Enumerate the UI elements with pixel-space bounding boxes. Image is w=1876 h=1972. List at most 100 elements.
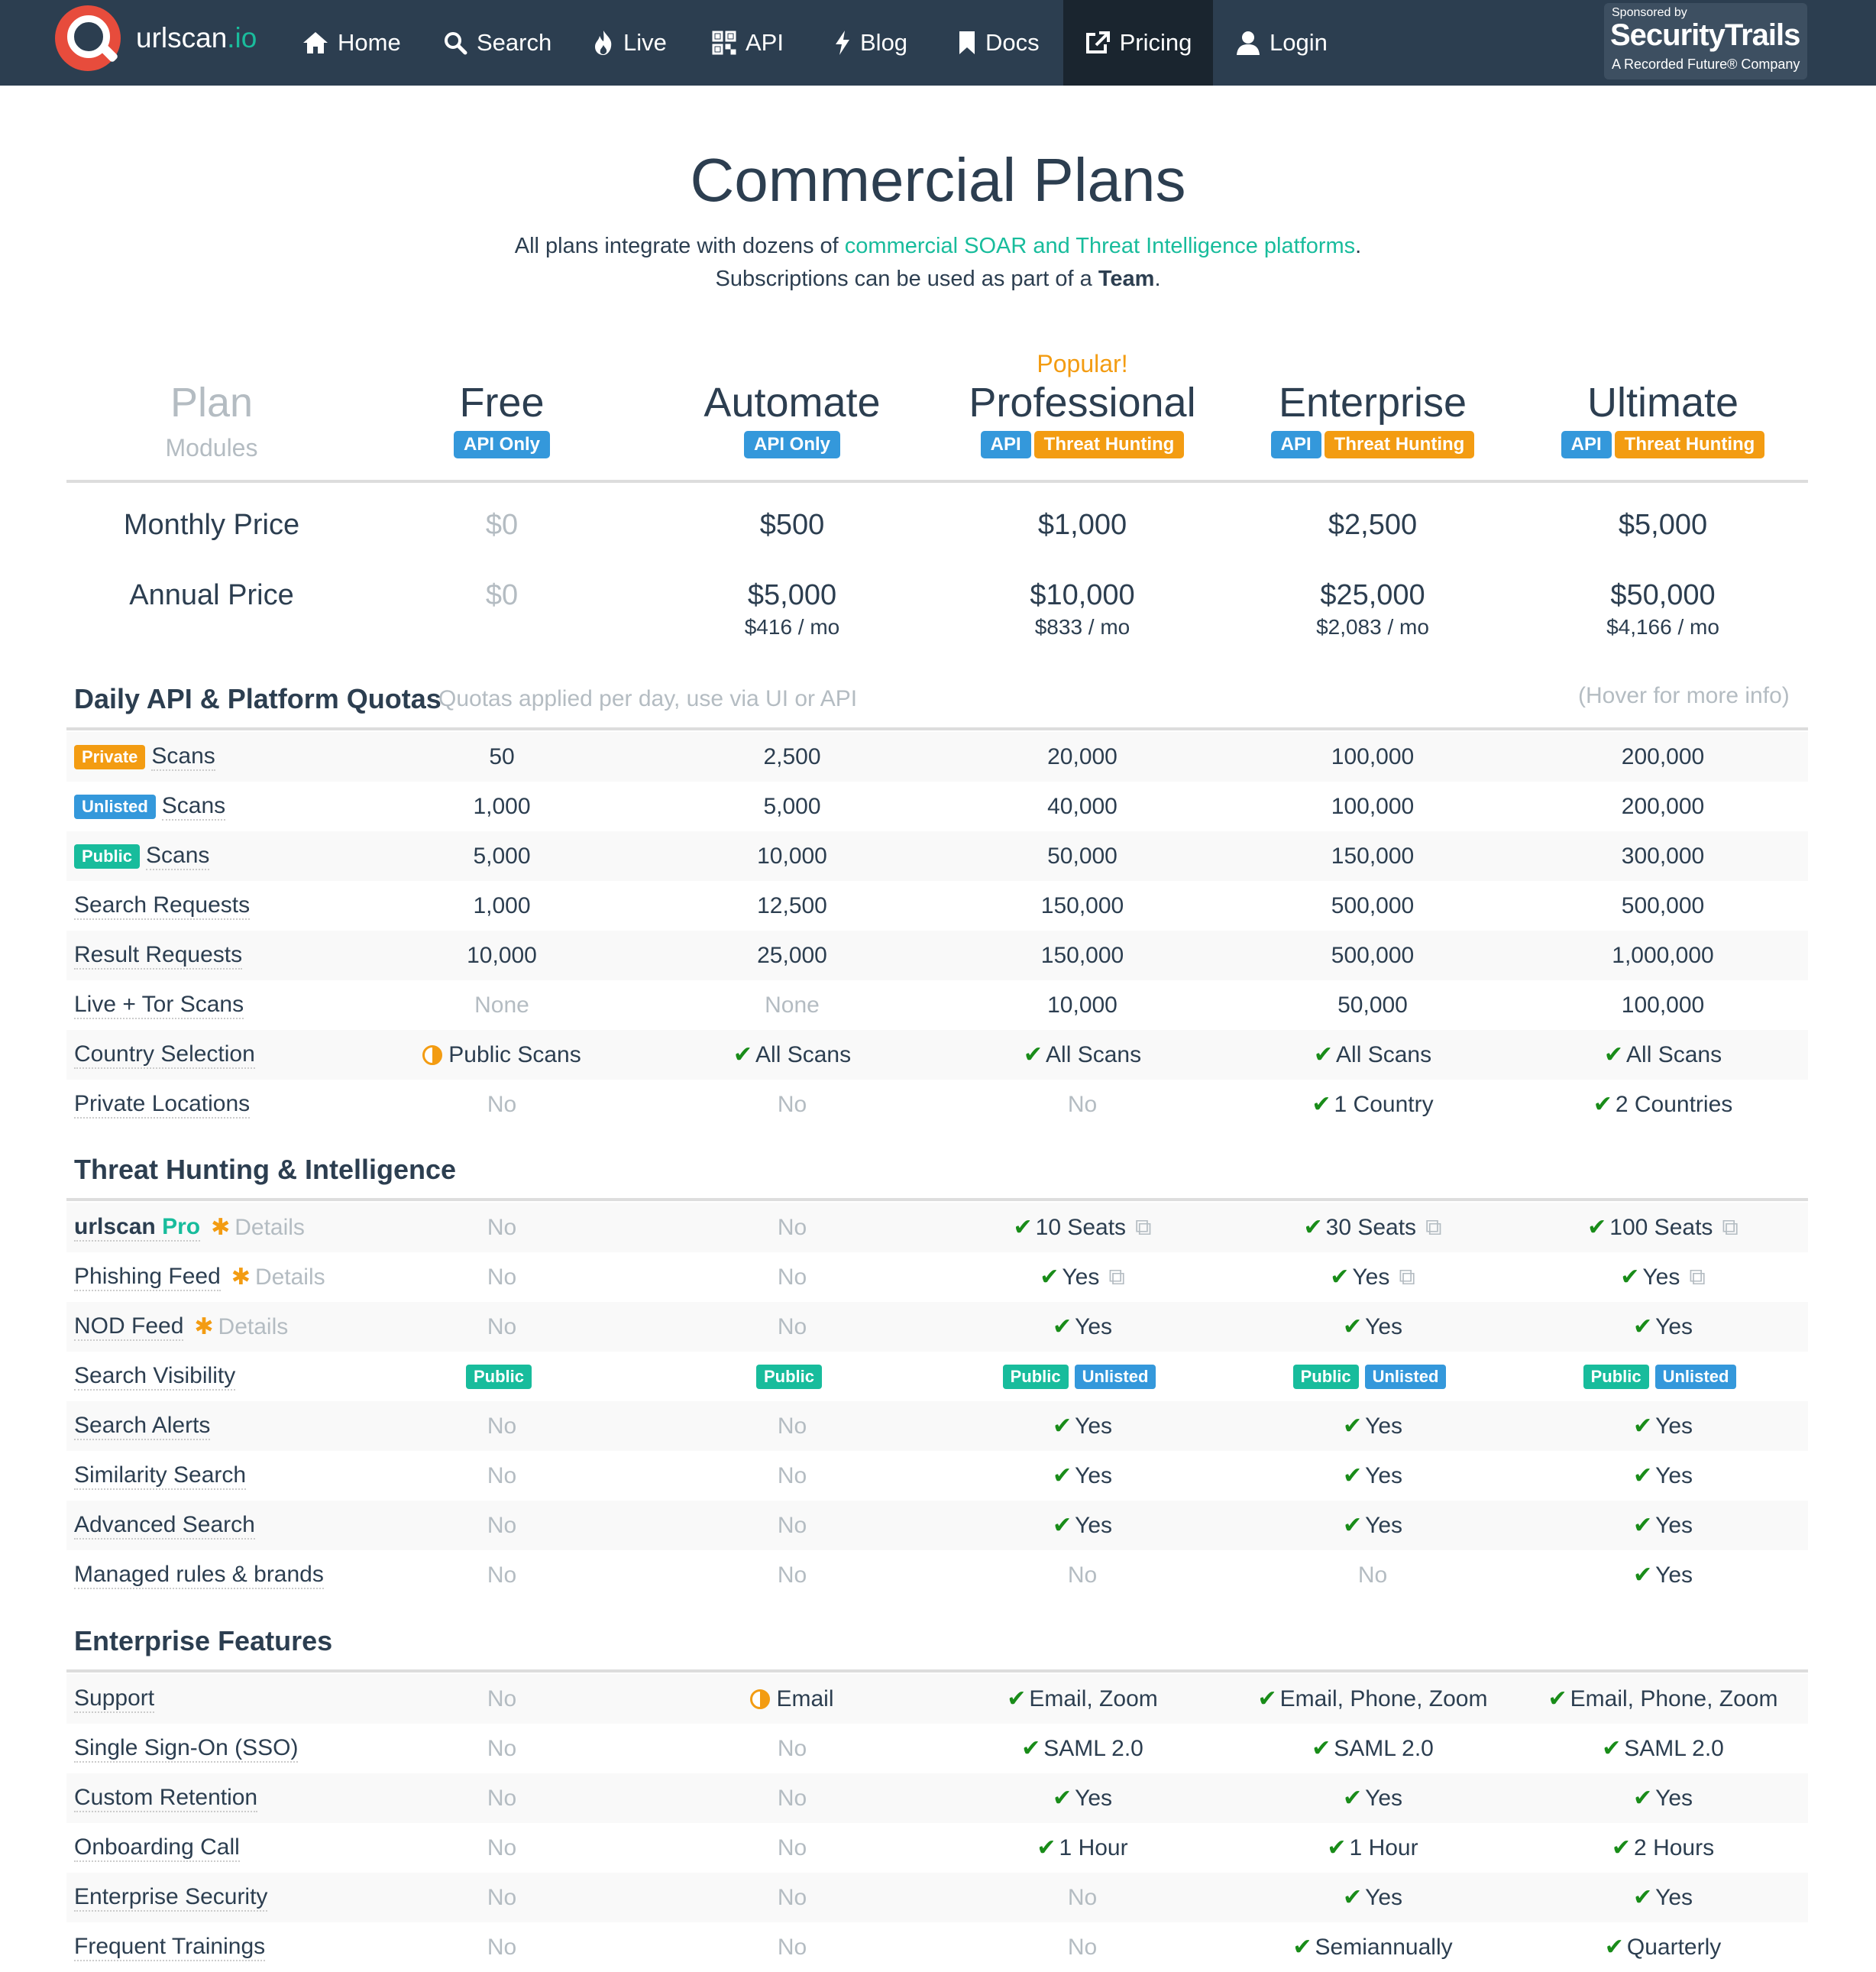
price-value: $0 bbox=[485, 579, 519, 611]
row-label-text: Search Visibility bbox=[74, 1363, 236, 1391]
nav-live[interactable]: Live bbox=[593, 0, 667, 86]
check-icon: ✔ bbox=[1342, 1413, 1363, 1439]
nav-pricing[interactable]: Pricing bbox=[1063, 0, 1213, 86]
value-cell: 500,000 bbox=[1331, 942, 1415, 968]
nav-login[interactable]: Login bbox=[1236, 0, 1328, 86]
row-label-text: Enterprise Security bbox=[74, 1884, 268, 1912]
value-text: Email, Phone, Zoom bbox=[1279, 1685, 1488, 1711]
table-row: Custom Retention No No ✔ Yes ✔ Yes ✔ Yes bbox=[66, 1773, 1808, 1823]
value-cell: 12,500 bbox=[757, 892, 827, 918]
value-cell: 150,000 bbox=[1040, 942, 1124, 968]
integrations-link[interactable]: commercial SOAR and Threat Intelligence … bbox=[845, 234, 1355, 258]
check-icon: ✔ bbox=[1632, 1562, 1653, 1588]
module-badge: API Only bbox=[453, 431, 551, 458]
row-label[interactable]: Single Sign-On (SSO) bbox=[74, 1724, 299, 1773]
details-link[interactable]: Details bbox=[255, 1264, 325, 1290]
public-badge: Public bbox=[755, 1364, 822, 1389]
price-row-label: Monthly Price bbox=[123, 509, 300, 541]
row-label-text: NOD Feed bbox=[74, 1313, 184, 1341]
check-icon: ✔ bbox=[1052, 1413, 1072, 1439]
value-cell: ✔ Yes bbox=[1227, 1302, 1518, 1352]
row-label-text: Advanced Search bbox=[74, 1512, 255, 1540]
price-cell: $0 bbox=[357, 509, 647, 542]
table-row: Similarity Search No No ✔ Yes ✔ Yes ✔ Yes bbox=[66, 1451, 1808, 1501]
nav-search-label: Search bbox=[477, 29, 552, 56]
nav-home[interactable]: Home bbox=[302, 0, 401, 86]
nav-api-label: API bbox=[746, 29, 784, 56]
row-label[interactable]: Private Scans bbox=[74, 732, 215, 782]
check-icon: ✔ bbox=[1604, 1935, 1624, 1960]
row-label-text: Similarity Search bbox=[74, 1462, 247, 1490]
plan-badges: API Only bbox=[647, 431, 937, 458]
table-row: Onboarding Call No No ✔ 1 Hour ✔ 1 Hour ✔ 2 Hour… bbox=[66, 1823, 1808, 1873]
row-label[interactable]: Frequent Trainings bbox=[74, 1922, 266, 1972]
value-cell: ✔ 1 Country bbox=[1227, 1080, 1518, 1129]
row-label[interactable]: Result Requests bbox=[74, 931, 243, 980]
nav-docs[interactable]: Docs bbox=[958, 0, 1040, 86]
logo[interactable]: urlscan.io bbox=[55, 5, 257, 71]
check-icon: ✔ bbox=[1632, 1463, 1653, 1488]
row-label[interactable]: Search Requests bbox=[74, 881, 251, 931]
value-text: 1 Hour bbox=[1059, 1834, 1128, 1860]
value-cell: ✔ Yes ⧉ bbox=[1227, 1252, 1518, 1302]
subtitle-line-1: All plans integrate with dozens of comme… bbox=[514, 234, 1362, 258]
external-link-icon[interactable]: ⧉ bbox=[1425, 1215, 1441, 1241]
row-label[interactable]: Managed rules & brands bbox=[74, 1550, 324, 1600]
plan-badges: API Threat Hunting bbox=[1518, 431, 1808, 458]
bolt-icon bbox=[834, 30, 851, 56]
row-label[interactable]: Similarity Search bbox=[74, 1451, 247, 1501]
external-link-icon[interactable]: ⧉ bbox=[1108, 1264, 1124, 1290]
row-label[interactable]: urlscan Pro ✱ Details bbox=[74, 1203, 305, 1252]
row-label[interactable]: Phishing Feed ✱ Details bbox=[74, 1252, 325, 1302]
value-cell: 1,000 bbox=[473, 793, 531, 819]
table-row: NOD Feed ✱ Details No No ✔ Yes ✔ Yes ✔ Yes bbox=[66, 1302, 1808, 1352]
details-link[interactable]: Details bbox=[218, 1314, 289, 1340]
unlisted-badge: Unlisted bbox=[1074, 1364, 1156, 1389]
value-cell: ✔ Yes bbox=[1518, 1773, 1808, 1823]
nav-api[interactable]: API bbox=[712, 0, 784, 86]
row-label[interactable]: Unlisted Scans bbox=[74, 782, 226, 831]
external-link-icon[interactable]: ⧉ bbox=[1399, 1264, 1415, 1290]
row-label[interactable]: Enterprise Security bbox=[74, 1873, 268, 1922]
value-cell: 5,000 bbox=[473, 843, 531, 869]
value-cell: ✔ 10 Seats ⧉ bbox=[937, 1203, 1227, 1252]
row-label[interactable]: Private Locations bbox=[74, 1080, 251, 1129]
table-row: Support No Email ✔ Email, Zoom ✔ Email, Phone,… bbox=[66, 1674, 1808, 1724]
check-icon: ✔ bbox=[733, 1042, 753, 1067]
check-icon: ✔ bbox=[1312, 1736, 1331, 1761]
external-link-icon[interactable]: ⧉ bbox=[1689, 1264, 1705, 1290]
value-cell: 100,000 bbox=[1331, 743, 1415, 769]
check-icon: ✔ bbox=[1632, 1513, 1653, 1538]
search-icon bbox=[443, 31, 467, 55]
value-cell: Public Unlisted bbox=[937, 1352, 1227, 1401]
price-row-label: Annual Price bbox=[129, 579, 294, 611]
value-text: Yes bbox=[1062, 1264, 1100, 1290]
external-link-icon[interactable]: ⧉ bbox=[1135, 1215, 1151, 1241]
top-navbar: urlscan.io Home Search Live API Blog Doc… bbox=[0, 0, 1876, 86]
row-label[interactable]: Public Scans bbox=[74, 831, 210, 881]
row-label[interactable]: Country Selection bbox=[74, 1030, 255, 1080]
price-value: $0 bbox=[485, 509, 519, 541]
row-label[interactable]: NOD Feed ✱ Details bbox=[74, 1302, 288, 1352]
row-label-main: urlscan bbox=[74, 1213, 156, 1239]
nav-search[interactable]: Search bbox=[443, 0, 551, 86]
plan-name: Automate bbox=[704, 380, 881, 426]
nav-blog[interactable]: Blog bbox=[834, 0, 907, 86]
check-icon: ✔ bbox=[1593, 1092, 1612, 1117]
row-label[interactable]: Support bbox=[74, 1674, 155, 1724]
details-link[interactable]: Details bbox=[234, 1215, 305, 1241]
check-icon: ✔ bbox=[1620, 1264, 1640, 1290]
row-label[interactable]: Advanced Search bbox=[74, 1501, 255, 1550]
row-label[interactable]: Search Visibility bbox=[74, 1352, 236, 1401]
value-text: Yes bbox=[1075, 1313, 1113, 1339]
price-cell: $500 bbox=[647, 509, 937, 542]
value-cell: No bbox=[1357, 1562, 1388, 1588]
sponsor-banner[interactable]: Sponsored by SecurityTrails A Recorded F… bbox=[1604, 3, 1807, 79]
row-label[interactable]: Search Alerts bbox=[74, 1401, 211, 1451]
external-link-icon[interactable]: ⧉ bbox=[1722, 1215, 1738, 1241]
value-cell: 200,000 bbox=[1621, 743, 1705, 769]
row-label[interactable]: Live + Tor Scans bbox=[74, 980, 244, 1030]
value-cell: ✔ 30 Seats ⧉ bbox=[1227, 1203, 1518, 1252]
row-label[interactable]: Custom Retention bbox=[74, 1773, 258, 1823]
row-label[interactable]: Onboarding Call bbox=[74, 1823, 240, 1873]
